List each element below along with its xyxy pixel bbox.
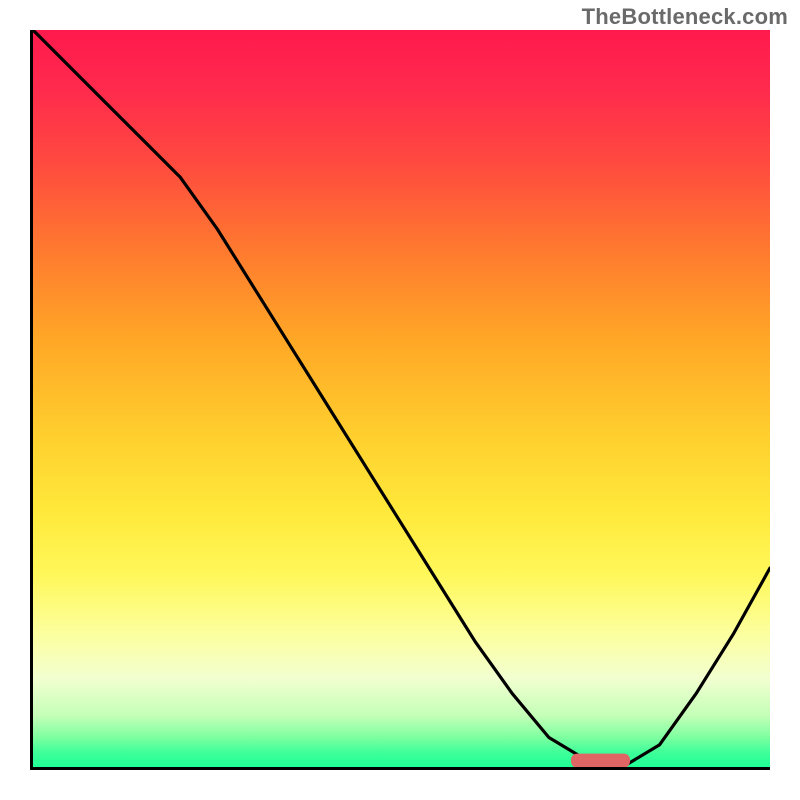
optimal-marker — [571, 754, 630, 767]
chart-container: TheBottleneck.com — [0, 0, 800, 800]
chart-svg — [33, 30, 770, 767]
watermark-text: TheBottleneck.com — [582, 4, 788, 30]
bottleneck-curve — [33, 30, 770, 767]
plot-area — [30, 30, 770, 770]
